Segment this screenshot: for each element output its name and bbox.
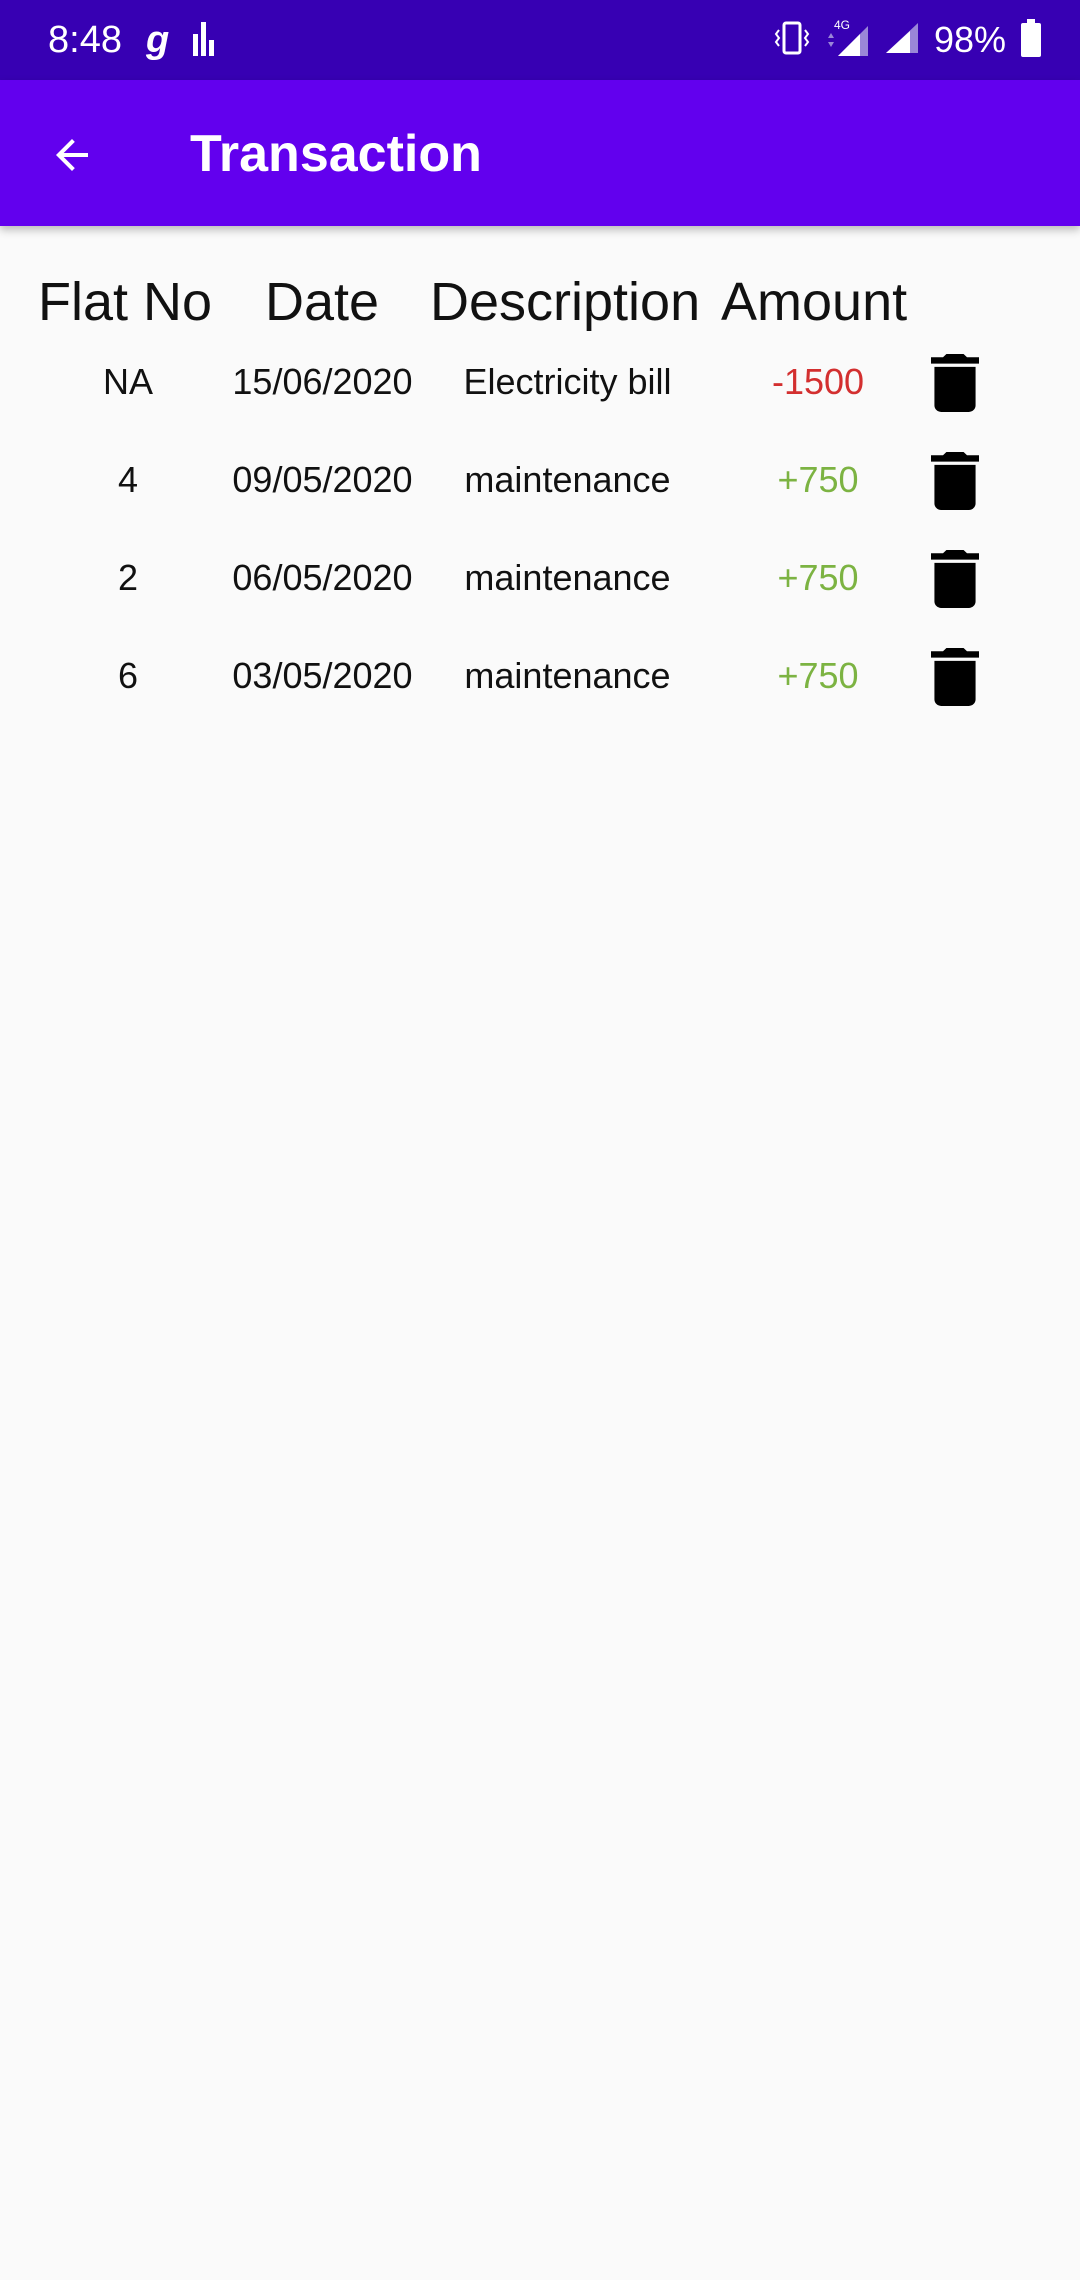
cell-description: maintenance [464,557,671,598]
delete-button[interactable] [930,452,980,510]
header-date: Date [265,272,380,332]
cell-flat-no: NA [102,361,153,402]
battery-icon [1020,18,1042,62]
signal-icon [884,21,920,60]
cell-date: 15/06/2020 [232,361,413,402]
svg-text:4G: 4G [834,18,850,32]
bars-icon [191,20,217,61]
header-amount: Amount [721,272,908,332]
trash-icon [931,452,979,510]
cell-date: 03/05/2020 [232,655,413,696]
table-header-row: Flat No Date Description Amount [0,262,1080,346]
cell-flat-no: 4 [117,459,139,500]
status-bar: 8:48 g 4G 98% [0,0,1080,80]
back-button[interactable] [30,113,114,197]
vibrate-icon [774,21,810,60]
cell-description: maintenance [464,459,671,500]
header-description: Description [430,272,701,332]
status-time: 8:48 [48,19,122,61]
battery-percent: 98% [933,19,1006,60]
signal-4g-icon: 4G [824,18,870,63]
app-bar: Transaction [0,80,1080,226]
transaction-table: Flat No Date Description Amount NA 15/06… [0,262,1080,738]
table-row: 2 06/05/2020 maintenance +750 [0,542,1080,640]
arrow-back-icon [56,139,88,171]
status-left-icons: g [146,18,217,62]
table-row: NA 15/06/2020 Electricity bill -1500 [0,346,1080,444]
g-icon: g [146,19,170,61]
header-flat-no: Flat No [38,272,213,332]
cell-description: Electricity bill [463,361,672,402]
cell-date: 09/05/2020 [232,459,413,500]
cell-date: 06/05/2020 [232,557,413,598]
delete-button[interactable] [930,354,980,412]
trash-icon [931,354,979,412]
trash-icon [931,648,979,706]
cell-amount: +750 [777,459,859,500]
cell-flat-no: 6 [117,655,139,696]
cell-flat-no: 2 [117,557,139,598]
cell-amount: +750 [777,655,859,696]
table-row: 6 03/05/2020 maintenance +750 [0,640,1080,738]
status-right-icons: 4G 98% [774,16,1042,64]
table-row: 4 09/05/2020 maintenance +750 [0,444,1080,542]
trash-icon [931,550,979,608]
delete-button[interactable] [930,648,980,706]
cell-amount: -1500 [771,361,865,402]
cell-amount: +750 [777,557,859,598]
page-title: Transaction [190,125,482,183]
cell-description: maintenance [464,655,671,696]
delete-button[interactable] [930,550,980,608]
